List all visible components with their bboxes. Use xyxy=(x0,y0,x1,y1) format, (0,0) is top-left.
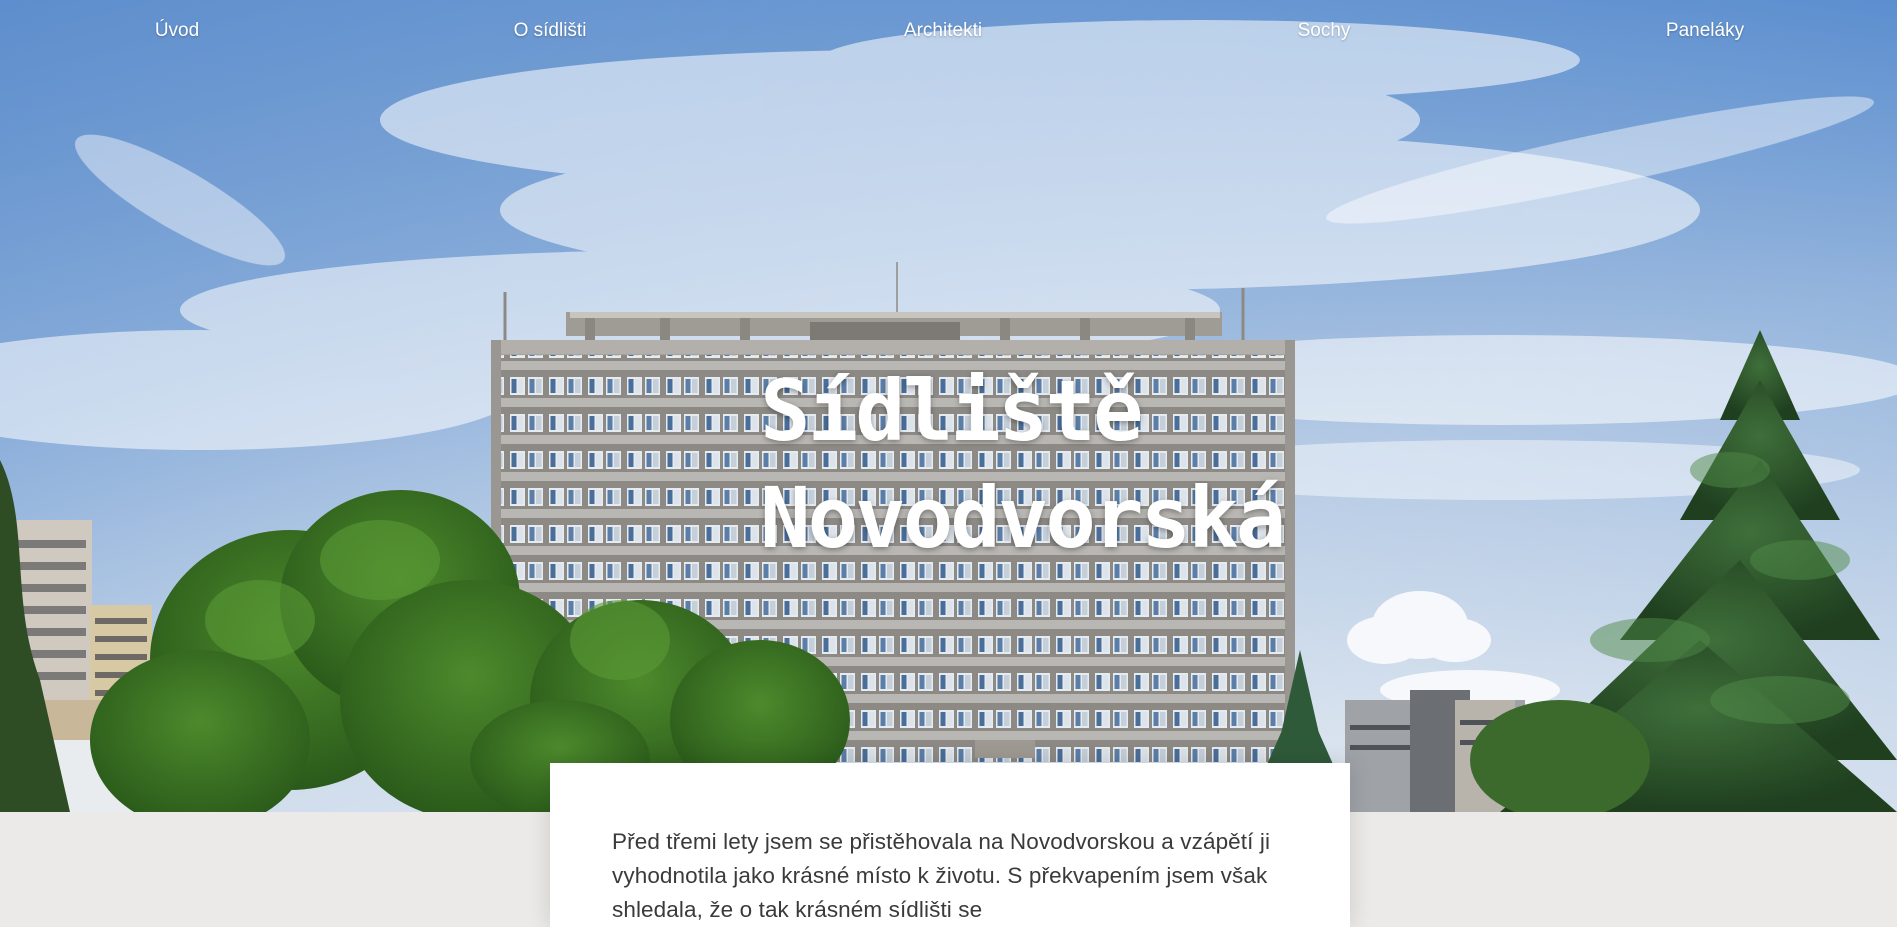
nav-item-sochy[interactable]: Sochy xyxy=(1298,20,1351,42)
page-title: Sídliště Novodvorská xyxy=(760,358,1286,572)
nav-item-uvod[interactable]: Úvod xyxy=(155,20,199,42)
main-navigation: Úvod O sídlišti Architekti Sochy Panelák… xyxy=(0,0,1897,62)
nav-item-o-sidlisti[interactable]: O sídlišti xyxy=(514,20,587,42)
page-title-line-1: Sídliště xyxy=(760,362,1144,460)
hero-section: Úvod O sídlišti Architekti Sochy Panelák… xyxy=(0,0,1897,812)
page-title-line-2: Novodvorská xyxy=(760,469,1286,567)
intro-card: Před třemi lety jsem se přistěhovala na … xyxy=(550,763,1350,927)
intro-paragraph: Před třemi lety jsem se přistěhovala na … xyxy=(612,829,1271,922)
nav-item-architekti[interactable]: Architekti xyxy=(904,20,982,42)
nav-item-panelaky[interactable]: Paneláky xyxy=(1666,20,1744,42)
